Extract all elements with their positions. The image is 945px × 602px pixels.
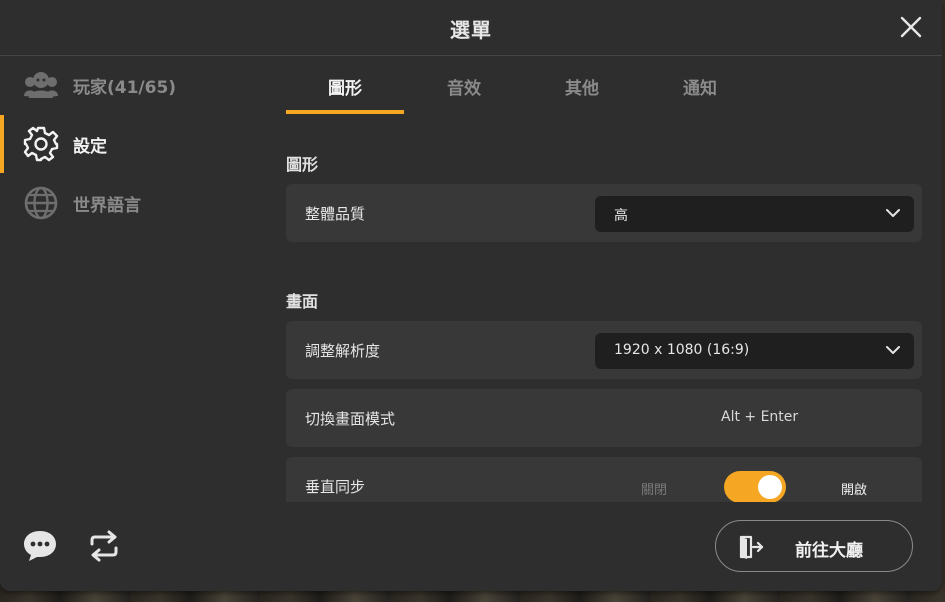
chevron-down-icon [886, 209, 900, 217]
exit-door-icon [739, 535, 764, 559]
setting-label: 垂直同步 [305, 478, 366, 496]
section-title-graphics: 圖形 [286, 155, 319, 174]
settings-tabs: 圖形 音效 其他 通知 [286, 56, 926, 114]
setting-label: 切換畫面模式 [305, 410, 396, 428]
tab-notifications[interactable]: 通知 [641, 56, 759, 114]
chat-button[interactable] [22, 528, 58, 564]
settings-content: 圖形 整體品質 高 畫面 調整解析度 1920 x 1080 (16:9) 切換… [286, 114, 926, 502]
setting-row-quality: 整體品質 高 [286, 184, 922, 242]
section-title-display: 畫面 [286, 292, 319, 311]
sidebar-item-label: 玩家(41/65) [73, 77, 177, 98]
sidebar-item-players[interactable]: 玩家(41/65) [0, 56, 270, 114]
go-to-lobby-button[interactable]: 前往大廳 [715, 520, 913, 572]
resolution-dropdown[interactable]: 1920 x 1080 (16:9) [595, 333, 914, 369]
refresh-button[interactable] [86, 528, 122, 564]
toggle-on-label: 開啟 [841, 483, 868, 498]
modal-header: 選單 [0, 0, 942, 56]
modal-title: 選單 [450, 18, 492, 42]
toggle-off-label: 關閉 [641, 483, 668, 498]
close-button[interactable] [898, 14, 924, 40]
lobby-button-label: 前往大廳 [795, 541, 863, 561]
vsync-toggle[interactable] [724, 471, 786, 502]
setting-row-screen-mode: 切換畫面模式 Alt + Enter [286, 389, 922, 447]
tab-other[interactable]: 其他 [523, 56, 641, 114]
sidebar-item-language[interactable]: 世界語言 [0, 174, 270, 232]
chevron-down-icon [886, 346, 900, 354]
tab-label: 其他 [565, 79, 599, 99]
globe-icon [22, 184, 60, 222]
tab-graphics[interactable]: 圖形 [286, 56, 404, 114]
refresh-icon [90, 530, 118, 562]
active-indicator [0, 115, 4, 173]
tab-label: 圖形 [328, 79, 362, 99]
tab-sound[interactable]: 音效 [405, 56, 523, 114]
setting-row-resolution: 調整解析度 1920 x 1080 (16:9) [286, 321, 922, 379]
sidebar-item-settings[interactable]: 設定 [0, 115, 270, 173]
players-icon [22, 66, 60, 104]
dropdown-value: 高 [614, 208, 628, 224]
setting-label: 調整解析度 [305, 342, 381, 360]
dropdown-value: 1920 x 1080 (16:9) [614, 342, 750, 358]
close-icon [900, 16, 922, 38]
quality-dropdown[interactable]: 高 [595, 196, 914, 232]
sidebar-item-label: 世界語言 [73, 195, 141, 216]
tab-label: 通知 [683, 79, 717, 99]
toggle-knob [758, 475, 782, 499]
setting-label: 整體品質 [305, 205, 366, 223]
chat-bubble-icon [24, 531, 56, 561]
sidebar: 玩家(41/65) 設定 世界語言 [0, 56, 270, 591]
sidebar-item-label: 設定 [73, 136, 107, 157]
shortcut-value: Alt + Enter [721, 409, 799, 425]
setting-row-vsync: 垂直同步 關閉 開啟 [286, 457, 922, 502]
settings-modal: 選單 玩家(41/65) 設定 世界語言 圖形 音效 其他 通知 圖形 整體品質… [0, 0, 942, 591]
tab-label: 音效 [447, 79, 481, 99]
gear-icon [22, 125, 60, 163]
